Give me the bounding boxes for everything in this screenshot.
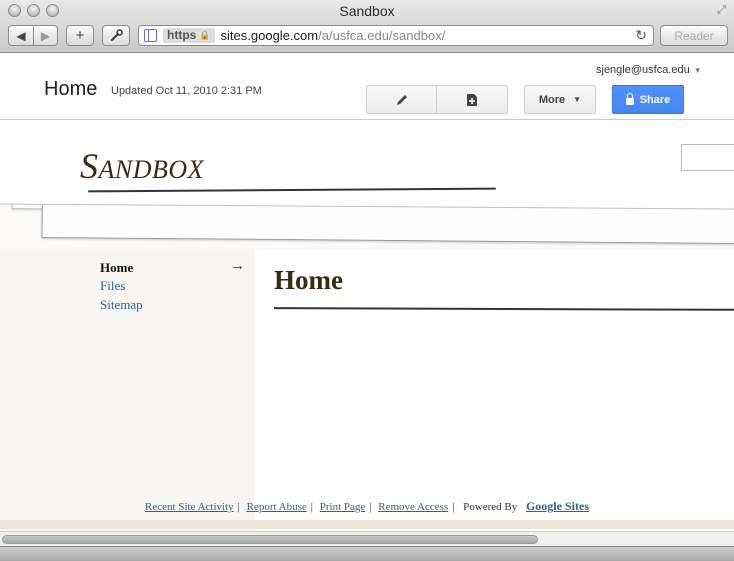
- url-path: /a/usfca.edu/sandbox/: [318, 28, 446, 43]
- edit-page-button[interactable]: [366, 85, 437, 114]
- divider: |: [310, 501, 313, 513]
- forward-arrow-icon: ▶: [40, 28, 51, 43]
- site-search-input[interactable]: [681, 144, 734, 171]
- new-page-button[interactable]: [437, 85, 508, 114]
- url-scheme: https: [167, 28, 197, 42]
- window-bottom-bar: [0, 546, 734, 561]
- wrench-icon: [110, 29, 123, 42]
- sidebar-nav: Home → Files Sitemap: [0, 249, 255, 533]
- more-button[interactable]: More ▼: [524, 85, 596, 114]
- sidebar-item-sitemap[interactable]: Sitemap: [100, 297, 143, 313]
- sidebar-item-home[interactable]: Home: [100, 260, 133, 276]
- site-name-initial: S: [80, 146, 99, 186]
- main-title-underline: [273, 307, 734, 311]
- google-sites-link[interactable]: Google Sites: [526, 499, 589, 513]
- sidebar-item-files[interactable]: Files: [100, 278, 125, 294]
- print-page-link[interactable]: Print Page: [320, 501, 366, 513]
- horizontal-scrollbar[interactable]: [0, 531, 734, 546]
- page-icon: [144, 29, 157, 42]
- window-title: Sandbox: [339, 3, 395, 19]
- chevron-down-icon: ▼: [693, 66, 702, 75]
- account-menu[interactable]: sjengle@usfca.edu ▼: [596, 64, 702, 76]
- report-abuse-link[interactable]: Report Abuse: [247, 501, 307, 513]
- chevron-down-icon: ▼: [573, 95, 582, 104]
- account-email: sjengle@usfca.edu: [596, 64, 690, 76]
- sites-header: Home Updated Oct 11, 2010 2:31 PM sjengl…: [0, 54, 734, 120]
- reload-icon[interactable]: ↻: [635, 27, 647, 44]
- edit-button-group: [366, 85, 508, 114]
- divider: |: [452, 501, 455, 513]
- more-label: More: [538, 93, 566, 106]
- window-titlebar: Sandbox ⤢ ◀ ▶ + https 🔒 sites.google.com /…: [0, 0, 734, 53]
- share-label: Share: [639, 93, 671, 106]
- divider: |: [237, 501, 240, 513]
- powered-by-label: Powered By: [463, 501, 518, 513]
- right-arrow-icon: →: [230, 257, 245, 274]
- main-title: Home: [274, 265, 343, 295]
- scrollbar-thumb[interactable]: [2, 535, 538, 544]
- https-badge: https 🔒: [163, 28, 215, 43]
- site-footer: Recent Site Activity | Report Abuse | Prin…: [0, 499, 734, 514]
- last-updated: Updated Oct 11, 2010 2:31 PM: [111, 85, 262, 97]
- back-button[interactable]: ◀: [8, 25, 34, 46]
- main-content: Home: [255, 249, 734, 533]
- recent-activity-link[interactable]: Recent Site Activity: [145, 501, 234, 513]
- site-name-rest: ANDBOX: [98, 155, 205, 184]
- secure-lock-icon: 🔒: [199, 30, 211, 40]
- fullscreen-icon[interactable]: ⤢: [717, 4, 726, 17]
- tools-button[interactable]: [102, 25, 130, 46]
- divider: |: [369, 501, 372, 513]
- pencil-icon: [396, 94, 407, 105]
- page-title: Home: [44, 78, 98, 100]
- url-host: sites.google.com: [220, 28, 319, 43]
- address-bar[interactable]: https 🔒 sites.google.com/a/usfca.edu/sand…: [138, 25, 654, 46]
- lock-icon: [625, 92, 634, 105]
- page-bottom-band: [0, 520, 734, 529]
- reader-button[interactable]: Reader: [660, 25, 728, 46]
- new-page-icon: [467, 93, 477, 106]
- remove-access-link[interactable]: Remove Access: [378, 501, 448, 513]
- add-bookmark-button[interactable]: +: [66, 25, 94, 46]
- site-body: SANDBOX Home → Files Sitemap Home Recent…: [0, 121, 734, 533]
- plus-icon: +: [75, 27, 85, 44]
- forward-button[interactable]: ▶: [33, 25, 58, 46]
- back-arrow-icon: ◀: [16, 28, 26, 43]
- share-button[interactable]: Share: [612, 85, 684, 114]
- site-name[interactable]: SANDBOX: [80, 145, 204, 187]
